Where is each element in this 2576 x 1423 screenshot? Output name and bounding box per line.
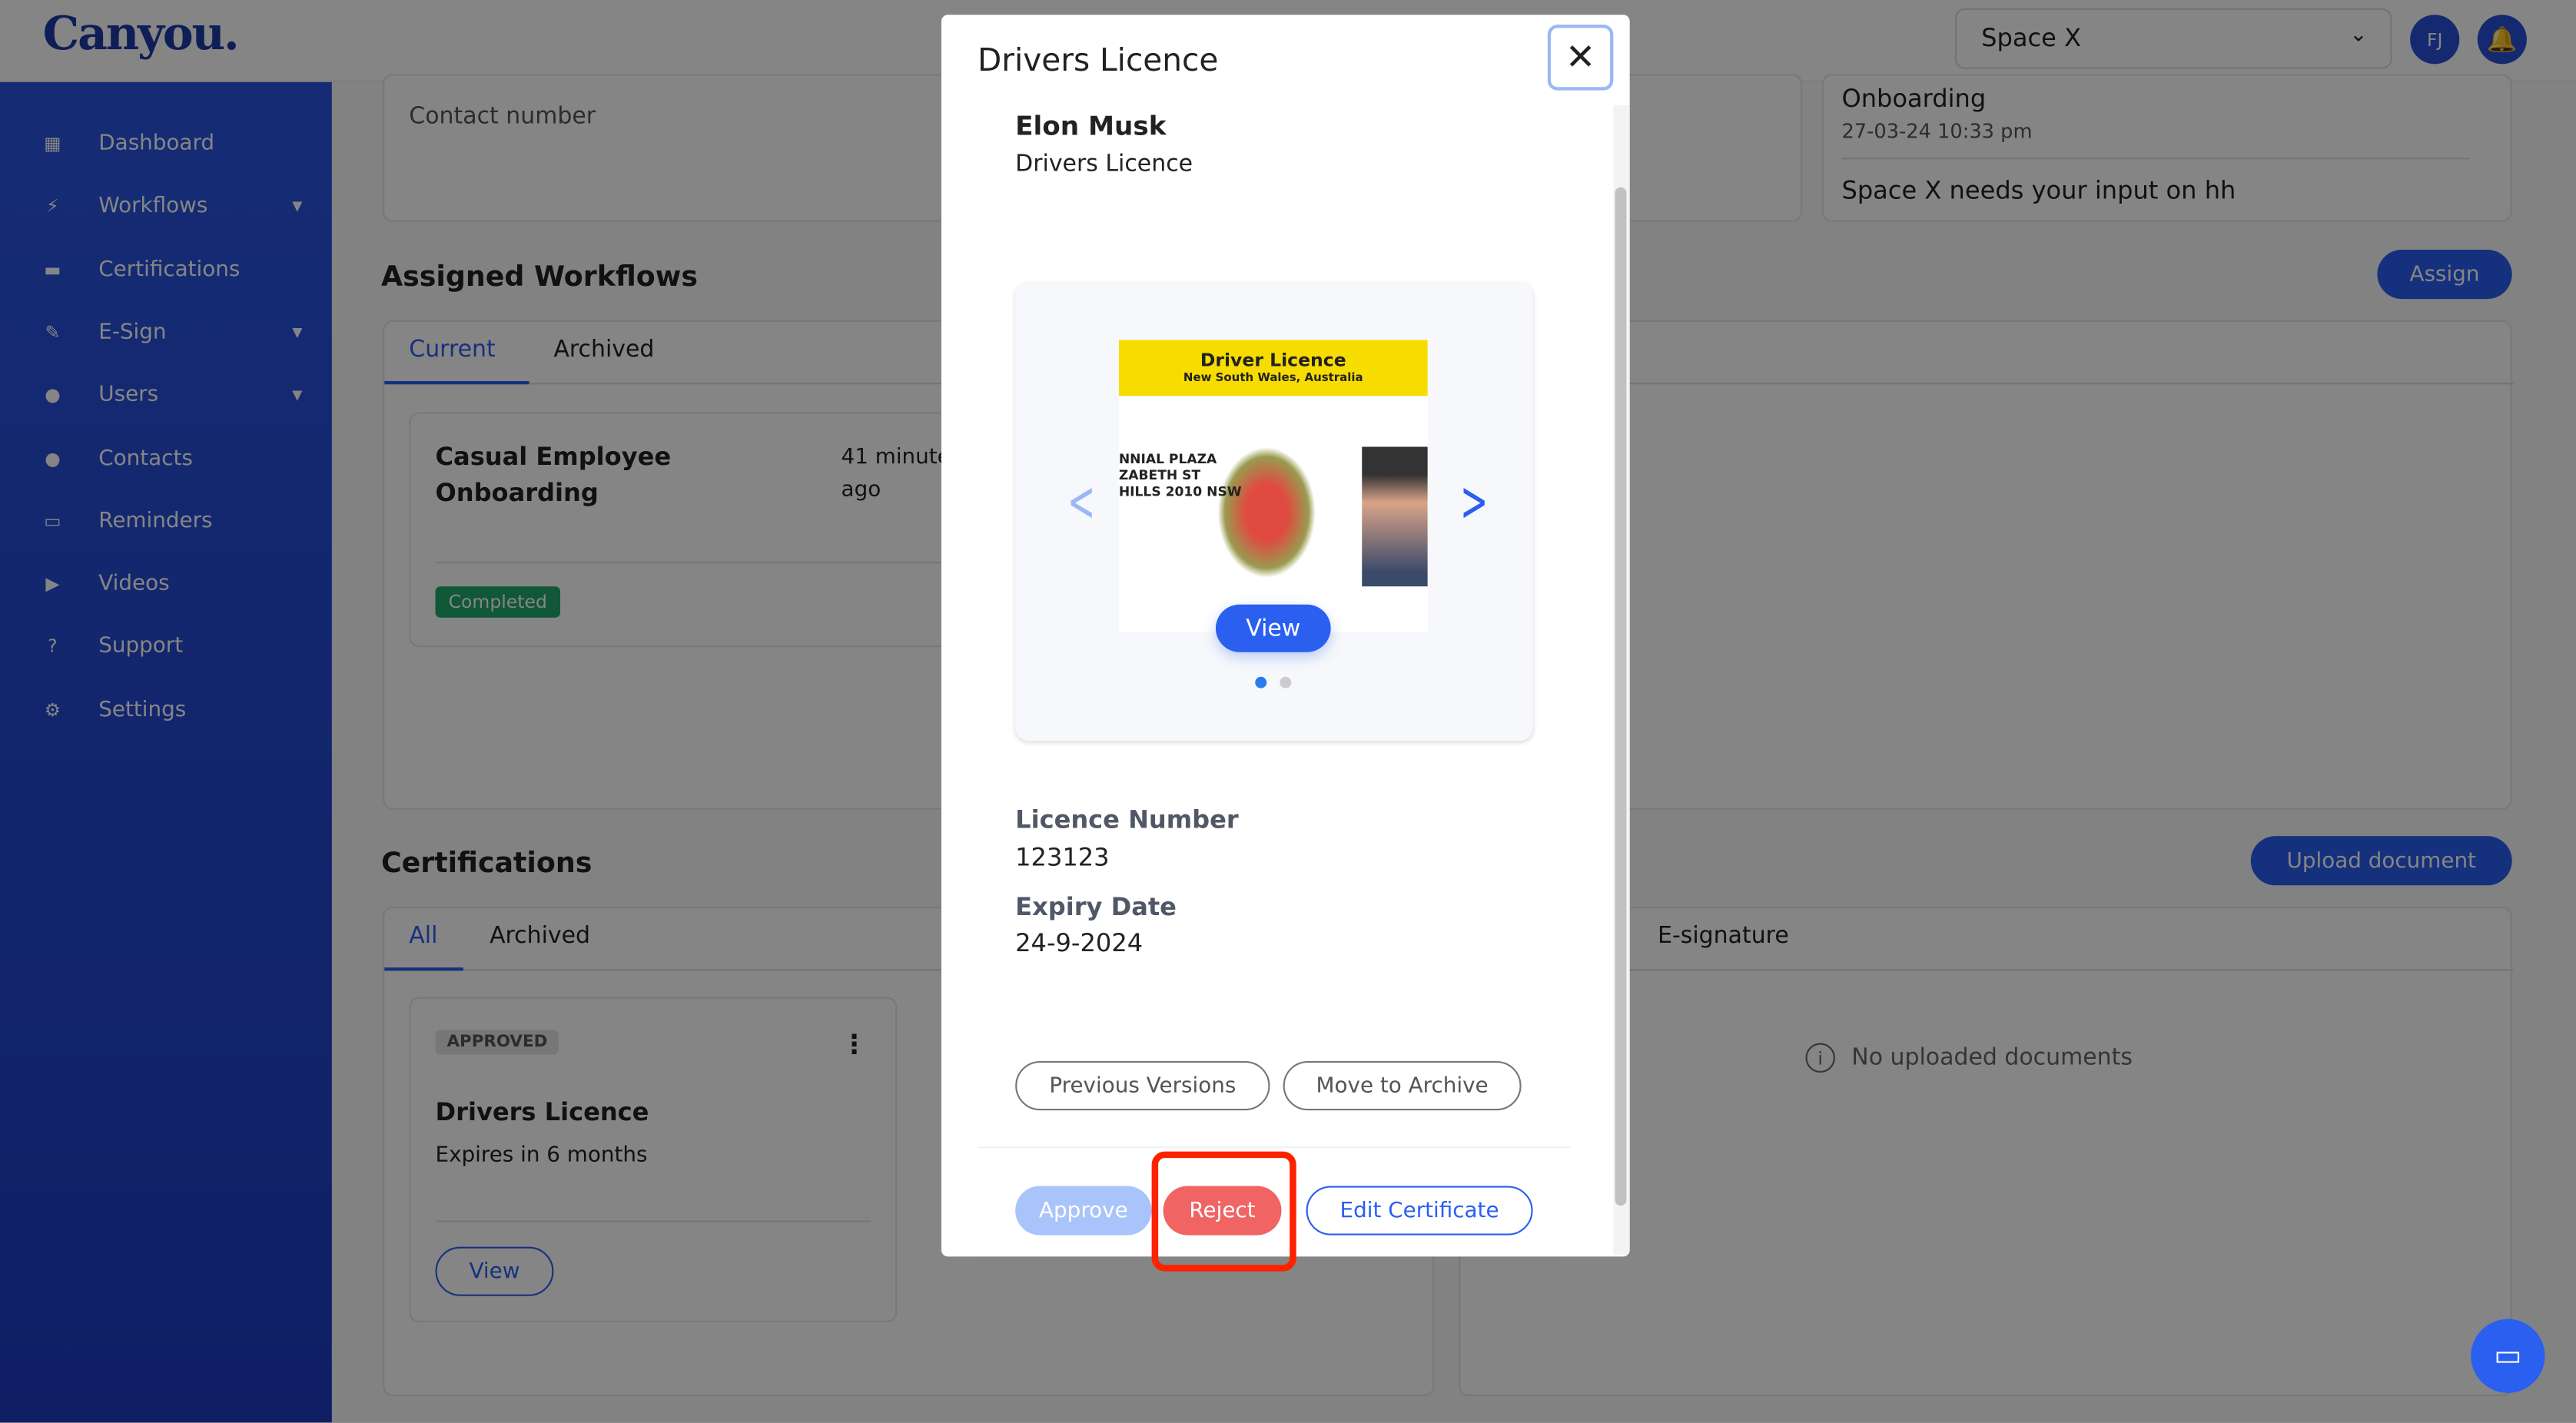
carousel-dot-active[interactable] (1255, 676, 1267, 688)
modal-scrollbar[interactable] (1613, 104, 1630, 1255)
licence-number-value: 123123 (1015, 842, 1110, 873)
licence-number-label: Licence Number (1015, 804, 1239, 835)
document-carousel: Driver Licence New South Wales, Australi… (1015, 282, 1533, 741)
person-name: Elon Musk (1015, 110, 1167, 141)
highlight-box (1151, 1151, 1296, 1272)
approve-button[interactable]: Approve (1015, 1186, 1152, 1236)
expiry-date-value: 24-9-2024 (1015, 927, 1144, 958)
edit-certificate-button[interactable]: Edit Certificate (1306, 1186, 1533, 1236)
next-slide-icon[interactable]: > (1460, 469, 1489, 536)
chat-icon[interactable]: ▭ (2471, 1319, 2545, 1393)
move-to-archive-button[interactable]: Move to Archive (1283, 1061, 1522, 1111)
carousel-dot[interactable] (1280, 676, 1292, 688)
close-icon[interactable]: ✕ (1547, 25, 1614, 91)
modal-title: Drivers Licence (977, 42, 1219, 79)
previous-slide-icon[interactable]: < (1067, 469, 1096, 536)
view-document-button[interactable]: View (1215, 604, 1331, 652)
document-type: Drivers Licence (1015, 151, 1193, 177)
previous-versions-button[interactable]: Previous Versions (1015, 1061, 1270, 1111)
drivers-licence-modal: Drivers Licence ✕ Elon Musk Drivers Lice… (941, 15, 1630, 1257)
expiry-date-label: Expiry Date (1015, 891, 1177, 922)
licence-image[interactable]: Driver Licence New South Wales, Australi… (1118, 340, 1428, 633)
